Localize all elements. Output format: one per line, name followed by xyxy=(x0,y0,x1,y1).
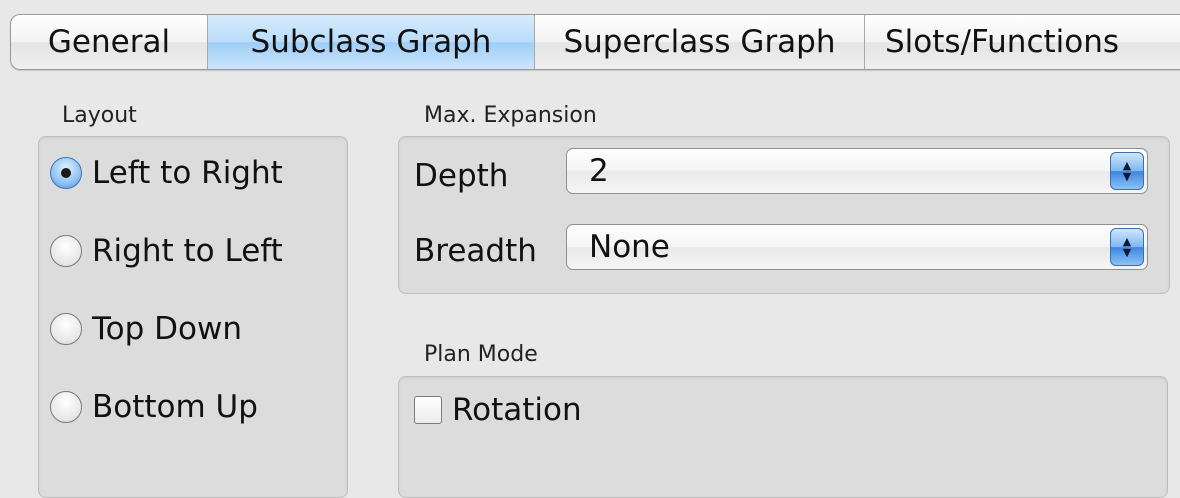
layout-group-label: Layout xyxy=(62,103,137,128)
tab-slots-functions[interactable]: Slots/Functions xyxy=(865,15,1180,69)
depth-label: Depth xyxy=(414,158,509,194)
radio-left-to-right[interactable]: Left to Right xyxy=(50,155,283,191)
radio-label: Bottom Up xyxy=(92,389,258,425)
tab-subclass-graph[interactable]: Subclass Graph xyxy=(208,15,535,69)
stepper-arrows-icon[interactable]: ▲ ▼ xyxy=(1110,152,1144,190)
radio-label: Left to Right xyxy=(92,155,283,191)
radio-label: Right to Left xyxy=(92,233,283,269)
stepper-arrows-icon[interactable]: ▲ ▼ xyxy=(1110,228,1144,266)
radio-bottom-up[interactable]: Bottom Up xyxy=(50,389,258,425)
depth-select[interactable]: 2 ▲ ▼ xyxy=(566,148,1148,194)
plan-mode-group-label: Plan Mode xyxy=(424,342,538,367)
breadth-select[interactable]: None ▲ ▼ xyxy=(566,224,1148,270)
breadth-label: Breadth xyxy=(414,233,537,269)
breadth-value: None xyxy=(589,229,670,265)
depth-value: 2 xyxy=(589,153,609,189)
tab-bar: General Subclass Graph Superclass Graph … xyxy=(10,14,1180,70)
radio-top-down[interactable]: Top Down xyxy=(50,311,242,347)
radio-unchecked-icon[interactable] xyxy=(50,391,82,423)
tab-general[interactable]: General xyxy=(11,15,208,69)
rotation-label: Rotation xyxy=(452,392,582,428)
max-expansion-group-label: Max. Expansion xyxy=(424,103,597,128)
tab-superclass-graph[interactable]: Superclass Graph xyxy=(535,15,865,69)
radio-label: Top Down xyxy=(92,311,243,347)
radio-unchecked-icon[interactable] xyxy=(50,235,82,267)
radio-checked-icon[interactable] xyxy=(50,157,82,189)
radio-right-to-left[interactable]: Right to Left xyxy=(50,233,283,269)
checkbox-unchecked-icon[interactable] xyxy=(414,396,442,424)
radio-unchecked-icon[interactable] xyxy=(50,313,82,345)
rotation-checkbox-row[interactable]: Rotation xyxy=(414,392,582,428)
